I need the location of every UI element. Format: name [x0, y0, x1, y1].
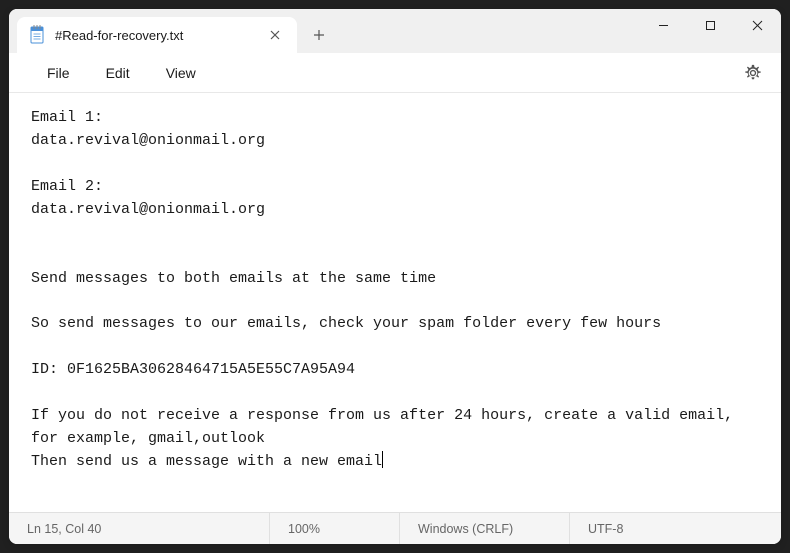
editor-content[interactable]: Email 1: data.revival@onionmail.org Emai… [9, 93, 781, 512]
status-encoding: UTF-8 [569, 513, 781, 544]
new-tab-button[interactable] [301, 17, 337, 53]
maximize-button[interactable] [687, 9, 734, 41]
tab-title: #Read-for-recovery.txt [55, 28, 257, 43]
titlebar: #Read-for-recovery.txt [9, 9, 781, 53]
notepad-icon [29, 25, 45, 45]
menubar: File Edit View [9, 53, 781, 93]
status-position: Ln 15, Col 40 [9, 513, 269, 544]
tab-close-button[interactable] [267, 27, 283, 43]
text-cursor [382, 451, 383, 468]
settings-button[interactable] [735, 57, 771, 89]
statusbar: Ln 15, Col 40 100% Windows (CRLF) UTF-8 [9, 512, 781, 544]
menu-file[interactable]: File [29, 59, 88, 87]
status-zoom[interactable]: 100% [269, 513, 399, 544]
document-text[interactable]: Email 1: data.revival@onionmail.org Emai… [31, 107, 759, 474]
close-button[interactable] [734, 9, 781, 41]
gear-icon [744, 64, 762, 82]
tab-active[interactable]: #Read-for-recovery.txt [17, 17, 297, 53]
minimize-button[interactable] [640, 9, 687, 41]
status-line-ending: Windows (CRLF) [399, 513, 569, 544]
menu-view[interactable]: View [148, 59, 214, 87]
tabs-area: #Read-for-recovery.txt [9, 17, 640, 53]
notepad-window: #Read-for-recovery.txt [9, 9, 781, 544]
window-controls [640, 9, 781, 53]
menu-edit[interactable]: Edit [88, 59, 148, 87]
